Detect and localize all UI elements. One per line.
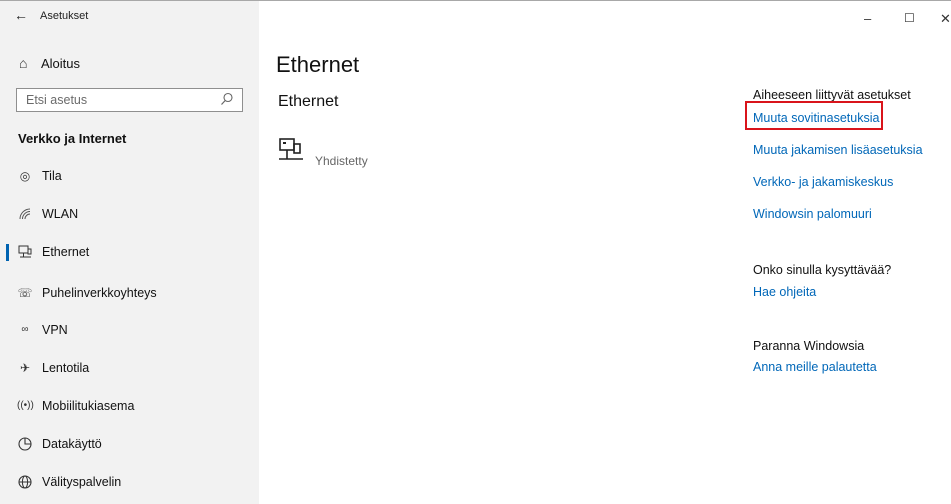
proxy-globe-icon	[18, 475, 32, 489]
sidebar-item-tila[interactable]: ◎ Tila	[0, 161, 259, 191]
page-title: Ethernet	[276, 52, 360, 77]
data-usage-icon	[18, 437, 32, 451]
sidebar-item-label: Datakäyttö	[42, 437, 102, 451]
sidebar-item-label: Tila	[42, 169, 62, 183]
section-title: Verkko ja Internet	[18, 131, 127, 146]
sidebar-item-datakaytto[interactable]: Datakäyttö	[0, 429, 259, 459]
app-title: Asetukset	[40, 10, 89, 22]
sidebar-item-lentotila[interactable]: ✈ Lentotila	[0, 353, 259, 383]
sidebar-item-puhelinverkkoyhteys[interactable]: ☏ Puhelinverkkoyhteys	[0, 278, 259, 308]
search-icon[interactable]	[220, 92, 234, 106]
main-content: – ☐ ✕ Ethernet Ethernet Yhdistetty Aihee…	[259, 1, 951, 504]
ethernet-icon	[18, 245, 32, 258]
sidebar-item-label: Välityspalvelin	[42, 475, 122, 489]
sidebar-item-label: Puhelinverkkoyhteys	[42, 286, 157, 300]
help-title: Onko sinulla kysyttävää?	[753, 263, 892, 277]
sidebar-item-label: Ethernet	[42, 245, 90, 259]
vpn-icon: ∞	[21, 324, 29, 335]
advanced-sharing-link[interactable]: Muuta jakamisen lisäasetuksia	[753, 143, 923, 157]
network-sharing-center-link[interactable]: Verkko- ja jakamiskeskus	[753, 175, 893, 189]
home-icon: ⌂	[19, 55, 28, 71]
feedback-link[interactable]: Anna meille palautetta	[753, 360, 877, 374]
change-adapter-settings-link[interactable]: Muuta sovitinasetuksia	[753, 111, 879, 125]
hotspot-icon: ((•))	[17, 400, 34, 411]
globe-status-icon: ◎	[19, 169, 31, 183]
title-bar: ← Asetukset	[0, 1, 259, 31]
airplane-icon: ✈	[19, 361, 31, 375]
dialup-icon: ☏	[17, 286, 33, 300]
search-input[interactable]: Etsi asetus	[16, 88, 243, 112]
sidebar-item-valityspalvelin[interactable]: Välityspalvelin	[0, 467, 259, 497]
wifi-icon	[19, 208, 31, 220]
sidebar-item-wlan[interactable]: WLAN	[0, 199, 259, 229]
sidebar-item-label: Lentotila	[42, 361, 90, 375]
back-arrow-icon[interactable]: ←	[14, 7, 28, 23]
close-button[interactable]: ✕	[940, 11, 951, 27]
windows-firewall-link[interactable]: Windowsin palomuuri	[753, 207, 872, 221]
get-help-link[interactable]: Hae ohjeita	[753, 285, 816, 299]
sidebar-item-ethernet[interactable]: Ethernet	[0, 237, 259, 267]
sidebar-item-vpn[interactable]: ∞ VPN	[0, 315, 259, 345]
sidebar: ← Asetukset ⌂ Aloitus Etsi asetus Verkko…	[0, 1, 259, 504]
related-settings-title: Aiheeseen liittyvät asetukset	[753, 88, 911, 102]
feedback-title: Paranna Windowsia	[753, 339, 865, 353]
selection-indicator	[6, 244, 9, 261]
home-label: Aloitus	[41, 56, 81, 71]
sidebar-item-mobiilitukiasema[interactable]: ((•)) Mobiilitukiasema	[0, 391, 259, 421]
section-heading: Ethernet	[278, 93, 339, 110]
sidebar-item-label: Mobiilitukiasema	[42, 399, 135, 413]
network-computer-icon	[279, 138, 303, 160]
connection-status: Yhdistetty	[315, 154, 368, 168]
sidebar-home[interactable]: ⌂ Aloitus	[0, 50, 259, 78]
sidebar-item-label: WLAN	[42, 207, 79, 221]
maximize-button[interactable]: ☐	[904, 11, 915, 25]
sidebar-item-label: VPN	[42, 323, 68, 337]
search-placeholder: Etsi asetus	[26, 93, 88, 107]
minimize-button[interactable]: –	[864, 11, 871, 26]
